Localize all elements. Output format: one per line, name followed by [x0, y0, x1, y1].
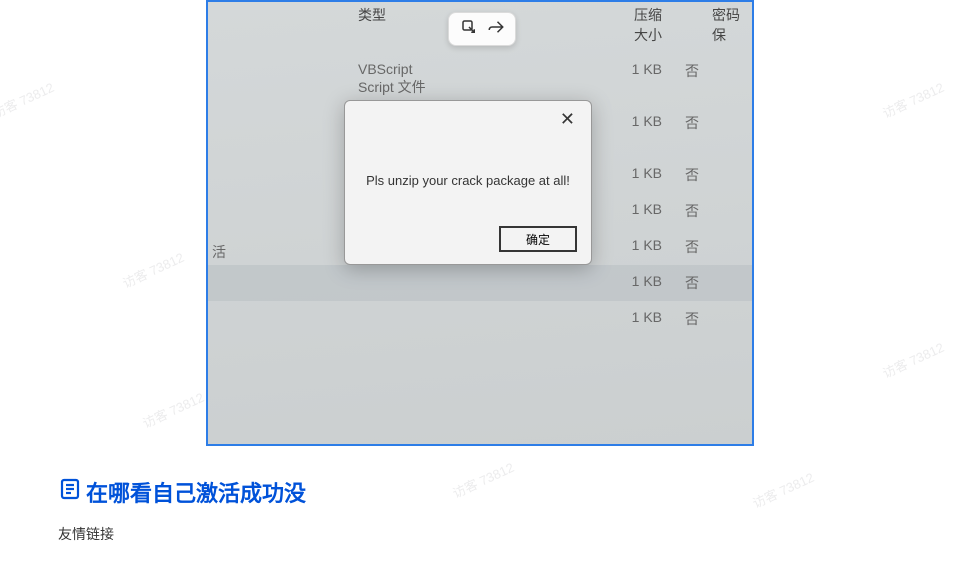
cell-size: 1 KB [622, 113, 672, 149]
table-row: 1 KB 否 [208, 301, 752, 337]
document-icon [58, 477, 82, 507]
cell-pwd: 否 [672, 61, 712, 97]
cell-pwd: 否 [672, 309, 712, 329]
image-action-toolbar [448, 12, 516, 46]
table-row: 1 KB 否 [208, 265, 752, 301]
watermark: 访客 73812 [879, 77, 947, 122]
cell-size: 1 KB [622, 273, 672, 293]
edit-icon[interactable] [460, 18, 478, 41]
header-size: 压缩大小 [622, 5, 672, 45]
cell-pwd: 否 [672, 113, 712, 149]
cell-pwd: 否 [672, 165, 712, 185]
watermark: 访客 73812 [0, 77, 57, 122]
cell-size: 1 KB [622, 61, 672, 97]
ok-button[interactable]: 确定 [499, 226, 577, 252]
watermark: 访客 73812 [449, 457, 517, 502]
cell-size: 1 KB [622, 201, 672, 221]
cell-pwd: 否 [672, 237, 712, 257]
cell-pwd: 否 [672, 201, 712, 221]
watermark: 访客 73812 [139, 387, 207, 432]
header-pwd [672, 5, 712, 45]
ok-button-label: 确定 [526, 231, 550, 248]
cell-size: 1 KB [622, 309, 672, 329]
watermark: 访客 73812 [119, 247, 187, 292]
close-icon: ✕ [560, 109, 575, 129]
watermark: 访客 73812 [749, 467, 817, 512]
cell-size: 1 KB [622, 237, 672, 257]
share-icon[interactable] [487, 18, 505, 41]
header-type: 类型 [208, 5, 448, 45]
watermark: 访客 73812 [879, 337, 947, 382]
close-button[interactable]: ✕ [554, 107, 581, 132]
friend-links-heading: 友情链接 [58, 524, 114, 544]
table-row: VBScript Script 文件 1 KB 否 [208, 53, 752, 105]
cell-size: 1 KB [622, 165, 672, 185]
message-dialog: ✕ Pls unzip your crack package at all! 确… [344, 100, 592, 265]
left-edge-text: 活 [208, 242, 226, 262]
screenshot-image[interactable]: 类型 压缩大小 密码保 VBScript Script 文件 1 KB 否 VB… [206, 0, 754, 446]
dialog-message: Pls unzip your crack package at all! [345, 173, 591, 188]
article-title-link[interactable]: 在哪看自己激活成功没 [58, 476, 306, 508]
cell-type: VBScript Script 文件 [208, 61, 448, 97]
cell-pwd: 否 [672, 273, 712, 293]
article-title-text: 在哪看自己激活成功没 [86, 476, 306, 508]
header-extra: 密码保 [712, 5, 752, 45]
